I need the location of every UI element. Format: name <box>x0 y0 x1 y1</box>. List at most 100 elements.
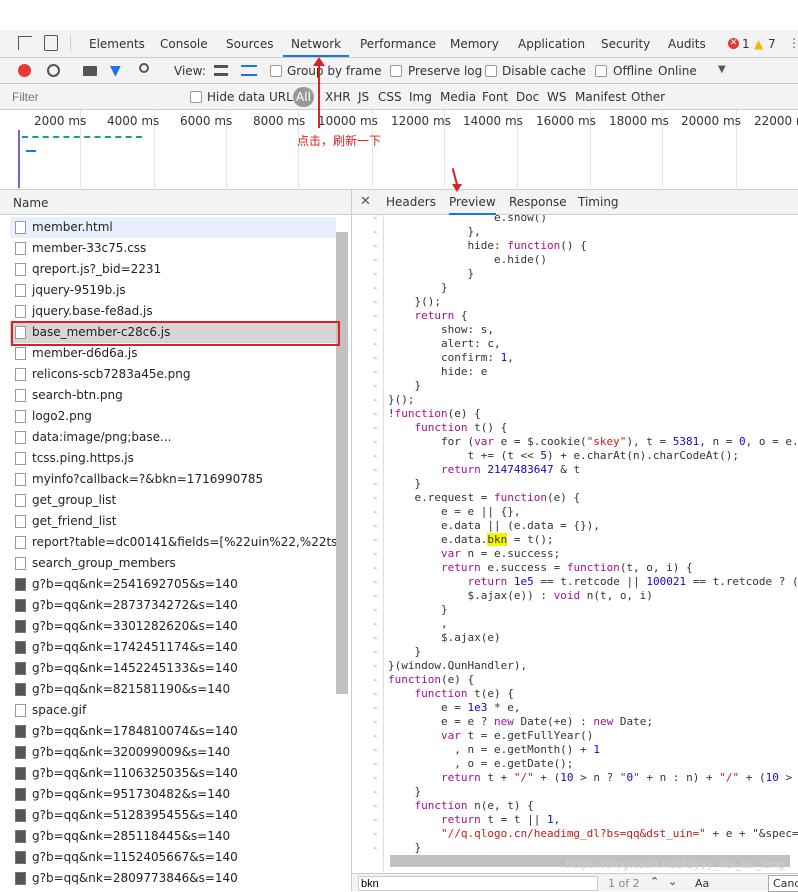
search-input[interactable] <box>358 876 598 891</box>
tab-memory[interactable]: Memory <box>450 37 499 51</box>
tab-timing[interactable]: Timing <box>578 195 619 209</box>
type-doc-button[interactable]: Doc <box>516 90 539 104</box>
request-row[interactable]: jquery.base-fe8ad.js <box>10 301 336 322</box>
close-icon[interactable]: ✕ <box>360 194 371 209</box>
match-case-toggle[interactable]: Aa <box>695 877 709 890</box>
gutter-marker: - <box>372 785 379 798</box>
type-manifest-button[interactable]: Manifest <box>575 90 626 104</box>
request-row[interactable]: member.html <box>10 217 336 238</box>
search-icon[interactable] <box>139 63 149 73</box>
code-line: e = 1e3 * e, <box>388 701 521 714</box>
request-row[interactable]: qreport.js?_bid=2231 <box>10 259 336 280</box>
type-media-button[interactable]: Media <box>440 90 476 104</box>
type-js-button[interactable]: JS <box>358 90 369 104</box>
request-row[interactable]: g?b=qq&nk=1452245133&s=140 <box>10 658 336 679</box>
large-rows-icon[interactable] <box>214 65 228 76</box>
code-line: confirm: 1, <box>388 351 514 364</box>
request-row[interactable]: space.gif <box>10 700 336 721</box>
type-other-button[interactable]: Other <box>631 90 665 104</box>
camera-icon[interactable] <box>83 66 97 76</box>
preserve-log-checkbox[interactable] <box>390 65 402 77</box>
gutter-marker: - <box>372 309 379 322</box>
search-next-icon[interactable]: ⌄ <box>668 875 677 888</box>
request-row[interactable]: search-btn.png <box>10 385 336 406</box>
request-row[interactable]: g?b=qq&nk=2541692705&s=140 <box>10 574 336 595</box>
request-row[interactable]: tcss.ping.https.js <box>10 448 336 469</box>
request-name: g?b=qq&nk=821581190&s=140 <box>32 682 231 696</box>
tab-performance[interactable]: Performance <box>360 37 436 51</box>
warning-count[interactable]: 7 <box>768 37 776 51</box>
clear-icon[interactable] <box>47 64 60 77</box>
request-row[interactable]: g?b=qq&nk=3301282620&s=140 <box>10 616 336 637</box>
request-name: g?b=qq&nk=1106325035&s=140 <box>32 766 238 780</box>
group-by-frame-checkbox[interactable] <box>270 65 282 77</box>
cancel-button[interactable]: Cancel <box>768 875 798 892</box>
request-row[interactable]: g?b=qq&nk=1152405667&s=140 <box>10 847 336 868</box>
offline-checkbox[interactable] <box>595 65 607 77</box>
avatar-thumbnail-icon <box>15 683 26 696</box>
request-row[interactable]: relicons-scb7283a45e.png <box>10 364 336 385</box>
code-line: }(window.QunHandler), <box>388 659 528 672</box>
hide-data-urls-checkbox[interactable] <box>190 91 202 103</box>
filter-icon[interactable]: ▼ <box>110 63 121 79</box>
request-row[interactable]: logo2.png <box>10 406 336 427</box>
request-row[interactable]: member-d6d6a.js <box>10 343 336 364</box>
type-css-button[interactable]: CSS <box>378 90 402 104</box>
error-count[interactable]: 1 <box>742 37 750 51</box>
annotation-arrowhead <box>452 184 462 192</box>
tab-sources[interactable]: Sources <box>226 37 273 51</box>
type-img-button[interactable]: Img <box>409 90 432 104</box>
request-list: member.html member-33c75.css qreport.js?_b… <box>0 215 352 891</box>
record-icon[interactable] <box>18 64 31 77</box>
inspect-icon[interactable] <box>18 36 32 50</box>
request-row[interactable]: get_group_list <box>10 490 336 511</box>
tab-elements[interactable]: Elements <box>89 37 145 51</box>
request-row[interactable]: report?table=dc00141&fields=[%22uin%22,%… <box>10 532 336 553</box>
type-xhr-button[interactable]: XHR <box>325 90 351 104</box>
timeline-tick: 16000 ms <box>536 114 596 128</box>
tab-response[interactable]: Response <box>509 195 567 209</box>
request-row[interactable]: g?b=qq&nk=1742451174&s=140 <box>10 637 336 658</box>
more-menu-icon[interactable]: ⋮ <box>788 36 798 50</box>
request-row[interactable]: myinfo?callback=?&bkn=1716990785 <box>10 469 336 490</box>
request-row[interactable]: g?b=qq&nk=1106325035&s=140 <box>10 763 336 784</box>
name-column-header[interactable]: Name <box>13 196 48 210</box>
timeline-tick: 14000 ms <box>463 114 523 128</box>
code-line: hide: e <box>388 365 488 378</box>
request-row[interactable]: jquery-9519b.js <box>10 280 336 301</box>
tab-security[interactable]: Security <box>601 37 650 51</box>
tab-audits[interactable]: Audits <box>668 37 706 51</box>
request-row[interactable]: member-33c75.css <box>10 238 336 259</box>
request-row[interactable]: g?b=qq&nk=2809773846&s=140 <box>10 868 336 889</box>
tab-application[interactable]: Application <box>518 37 585 51</box>
chevron-down-icon[interactable]: ▼ <box>718 64 726 75</box>
filter-input[interactable] <box>12 88 177 106</box>
request-row[interactable]: g?b=qq&nk=951730482&s=140 <box>10 784 336 805</box>
request-row[interactable]: search_group_members <box>10 553 336 574</box>
request-list-scrollbar[interactable] <box>336 232 348 694</box>
tab-headers[interactable]: Headers <box>386 195 436 209</box>
disable-cache-checkbox[interactable] <box>485 65 497 77</box>
gutter-marker: - <box>372 421 379 434</box>
tab-network[interactable]: Network <box>283 37 350 57</box>
request-row[interactable]: g?b=qq&nk=821581190&s=140 <box>10 679 336 700</box>
type-ws-button[interactable]: WS <box>547 90 566 104</box>
tab-console[interactable]: Console <box>160 37 208 51</box>
device-toggle-icon[interactable] <box>44 35 58 51</box>
code-line: e.data || (e.data = {}), <box>388 519 600 532</box>
timeline-overview[interactable]: 2000 ms 4000 ms 6000 ms 8000 ms 10000 ms… <box>0 110 798 190</box>
tab-preview[interactable]: Preview <box>449 195 496 215</box>
request-row[interactable]: g?b=qq&nk=285118445&s=140 <box>10 826 336 847</box>
waterfall-icon[interactable] <box>241 65 257 76</box>
request-row[interactable]: get_friend_list <box>10 511 336 532</box>
request-row[interactable]: g?b=qq&nk=1784810074&s=140 <box>10 721 336 742</box>
request-row[interactable]: data:image/png;base... <box>10 427 336 448</box>
type-font-button[interactable]: Font <box>482 90 508 104</box>
request-row[interactable]: g?b=qq&nk=5128395455&s=140 <box>10 805 336 826</box>
throttling-select[interactable]: Online <box>658 64 697 78</box>
request-row[interactable]: g?b=qq&nk=320099009&s=140 <box>10 742 336 763</box>
type-all-button[interactable]: All <box>293 87 314 107</box>
request-row[interactable]: g?b=qq&nk=2873734272&s=140 <box>10 595 336 616</box>
search-prev-icon[interactable]: ⌃ <box>650 875 659 888</box>
view-label: View: <box>174 64 206 78</box>
